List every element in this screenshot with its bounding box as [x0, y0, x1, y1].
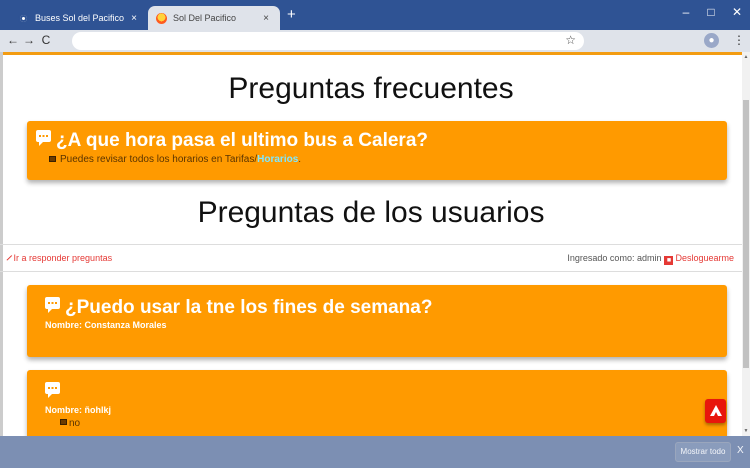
user-question-card: ¿Puedo usar la tne los fines de semana? … — [27, 285, 727, 357]
user-question-text: ¿Puedo usar la tne los fines de semana? — [65, 297, 433, 318]
faq-answer: Puedes revisar todos los horarios en Tar… — [60, 154, 301, 165]
address-bar[interactable]: ☆ — [72, 32, 584, 50]
new-tab-button[interactable]: + — [287, 7, 296, 23]
header-accent-line — [0, 52, 742, 55]
logout-link[interactable]: Desloguearme — [675, 253, 734, 263]
logout-icon: ■ — [664, 256, 674, 265]
faq-answer-text: Puedes revisar todos los horarios en Tar… — [60, 154, 258, 165]
reply-questions-label: Ir a responder preguntas — [13, 253, 113, 263]
sun-logo-icon — [156, 12, 167, 24]
chat-bubble-icon — [45, 382, 60, 398]
reload-button[interactable]: C — [39, 33, 53, 47]
close-download-bar-icon[interactable]: X — [737, 445, 744, 456]
globe-icon — [18, 12, 29, 24]
tab-title: Buses Sol del Pacifico — [35, 13, 125, 23]
chat-bubble-icon — [45, 297, 60, 313]
show-all-downloads-button[interactable]: Mostrar todo — [675, 442, 731, 462]
profile-avatar[interactable]: ● — [704, 33, 719, 48]
bookmark-star-icon[interactable]: ☆ — [565, 33, 576, 47]
faq-answer-suffix: . — [298, 154, 302, 165]
admin-bar: /Ir a responder preguntas Ingresado como… — [0, 244, 742, 272]
page-scrollbar[interactable]: ▲ ▼ — [742, 52, 750, 436]
answer-icon — [60, 419, 67, 425]
close-window-button[interactable]: ✕ — [726, 5, 748, 19]
answer-icon — [49, 156, 56, 162]
user-question-name: Nombre: ñohlkj — [45, 405, 112, 415]
browser-titlebar: Buses Sol del Pacifico × Sol Del Pacific… — [0, 0, 750, 30]
faq-title: Preguntas frecuentes — [228, 72, 514, 105]
forward-button[interactable]: → — [22, 33, 36, 47]
reply-questions-link[interactable]: /Ir a responder preguntas — [5, 253, 113, 263]
user-question-name: Nombre: Constanza Morales — [45, 320, 167, 330]
pencil-icon: / — [5, 253, 14, 263]
logged-in-label: Ingresado como: admin — [567, 253, 662, 263]
back-button[interactable]: ← — [6, 33, 20, 47]
tab-close-icon[interactable]: × — [128, 13, 140, 24]
arrow-up-icon — [710, 405, 722, 416]
scrollbar-thumb[interactable] — [743, 100, 749, 368]
users-questions-title: Preguntas de los usuarios — [197, 196, 545, 229]
browser-toolbar: ← → C ☆ ● ⋮ — [0, 30, 750, 52]
horarios-link[interactable]: Horarios — [257, 154, 298, 165]
user-question-answer: no — [69, 418, 81, 429]
download-bar: Mostrar todo X — [0, 436, 750, 468]
logged-in-info: Ingresado como: admin ■ Desloguearme — [567, 253, 734, 265]
scroll-to-top-button[interactable] — [705, 399, 726, 423]
tab-close-icon[interactable]: × — [260, 13, 272, 24]
chat-bubble-icon — [36, 130, 51, 146]
user-question-card: Nombre: ñohlkj no — [27, 370, 727, 436]
tab-buses-sol-del-pacifico[interactable]: Buses Sol del Pacifico × — [10, 6, 148, 30]
tab-title: Sol Del Pacifico — [173, 13, 237, 23]
maximize-button[interactable]: □ — [700, 5, 722, 19]
faq-card: ¿A que hora pasa el ultimo bus a Calera?… — [27, 121, 727, 180]
menu-icon[interactable]: ⋮ — [733, 33, 745, 47]
minimize-button[interactable]: – — [675, 5, 697, 19]
tab-sol-del-pacifico[interactable]: Sol Del Pacifico × — [148, 6, 280, 30]
scroll-up-icon[interactable]: ▲ — [742, 54, 750, 60]
scroll-down-icon[interactable]: ▼ — [742, 428, 750, 434]
faq-question: ¿A que hora pasa el ultimo bus a Calera? — [56, 130, 428, 151]
